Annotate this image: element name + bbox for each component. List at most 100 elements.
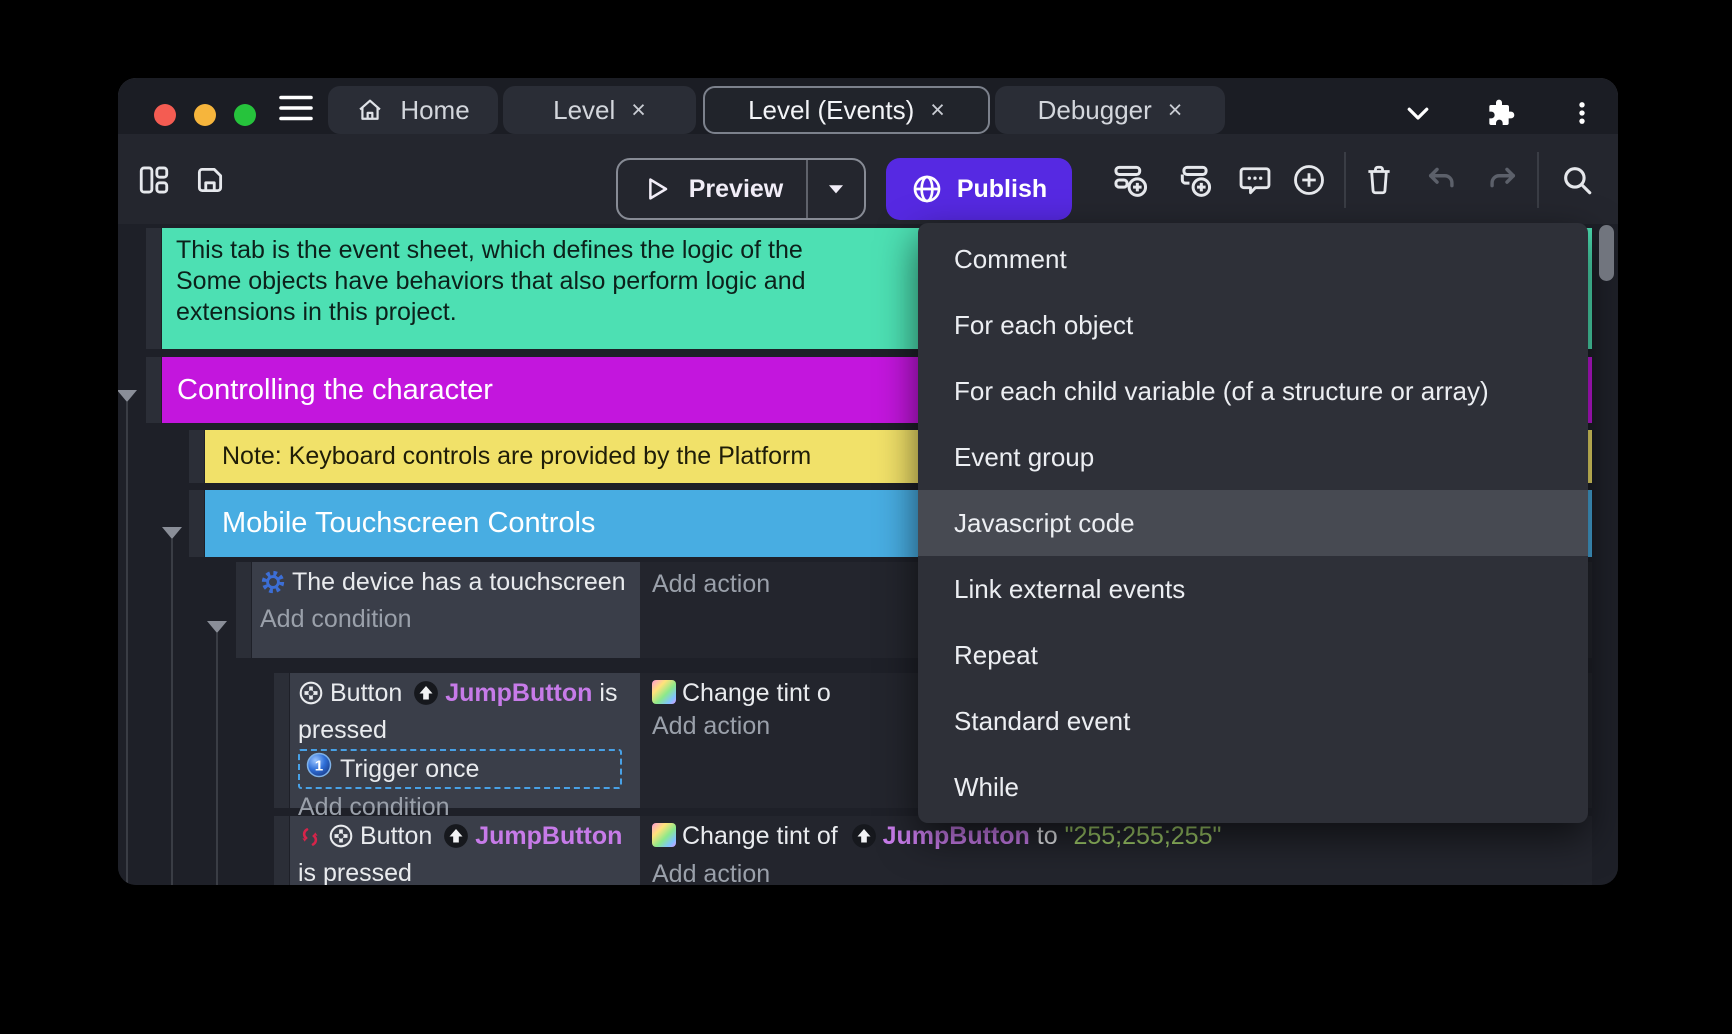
- action-cell[interactable]: Add action: [652, 568, 770, 601]
- layout-view-button[interactable]: [132, 158, 176, 202]
- menu-item-link-external-events[interactable]: Link external events: [918, 556, 1588, 622]
- publish-button-label: Publish: [957, 175, 1047, 204]
- condition-cell[interactable]: Button JumpButton is pressed: [290, 816, 640, 885]
- group-title: Mobile Touchscreen Controls: [222, 507, 595, 540]
- event-margin[interactable]: [146, 357, 161, 423]
- save-button[interactable]: [188, 158, 232, 202]
- addons-button[interactable]: [1480, 96, 1520, 130]
- gamepad-icon: [328, 823, 354, 857]
- search-icon: [1560, 163, 1594, 197]
- add-comment-button[interactable]: [1233, 158, 1277, 202]
- tab-home-label: Home: [400, 95, 469, 126]
- plus-circle-icon: [1291, 162, 1327, 198]
- add-condition-link[interactable]: Add condition: [260, 603, 632, 635]
- close-window-button[interactable]: [154, 104, 176, 126]
- kebab-menu-icon: [1568, 98, 1596, 128]
- event-margin[interactable]: [236, 562, 251, 658]
- menu-item-while[interactable]: While: [918, 754, 1588, 820]
- undo-button[interactable]: [1420, 158, 1464, 202]
- condition-suffix: is pressed: [298, 859, 412, 885]
- action-change-tint[interactable]: Change tint of JumpButton to "255;255;25…: [652, 820, 1221, 858]
- object-sprite-icon: [413, 680, 439, 714]
- minimize-window-button[interactable]: [194, 104, 216, 126]
- condition-cell[interactable]: The device has a touchscreen Add conditi…: [252, 562, 640, 658]
- toolbar: Preview Publish: [118, 134, 1618, 224]
- tab-level-close-icon[interactable]: ×: [631, 98, 646, 123]
- tint-icon: [652, 823, 676, 847]
- add-subevent-button[interactable]: [1173, 158, 1217, 202]
- tab-level-events[interactable]: Level (Events) ×: [703, 86, 990, 134]
- menu-item-for-each-child-variable[interactable]: For each child variable (of a structure …: [918, 358, 1588, 424]
- sheet-scrollbar-thumb[interactable]: [1599, 225, 1614, 281]
- tab-debugger-label: Debugger: [1038, 95, 1152, 126]
- preview-options-button[interactable]: [808, 160, 864, 218]
- search-button[interactable]: [1555, 158, 1599, 202]
- collapse-arrow-icon[interactable]: [207, 621, 227, 633]
- event-margin[interactable]: [274, 673, 289, 808]
- condition-touchscreen[interactable]: The device has a touchscreen: [260, 566, 632, 603]
- menu-item-for-each-object[interactable]: For each object: [918, 292, 1588, 358]
- maximize-window-button[interactable]: [234, 104, 256, 126]
- add-subevent-icon: [1176, 161, 1214, 199]
- object-sprite-icon: [851, 823, 877, 858]
- preview-button[interactable]: Preview: [616, 158, 866, 220]
- menu-item-standard-event[interactable]: Standard event: [918, 688, 1588, 754]
- object-sprite-icon: [443, 823, 469, 857]
- add-action-link[interactable]: Add action: [652, 710, 831, 743]
- tab-debugger-close-icon[interactable]: ×: [1168, 98, 1183, 123]
- menu-item-comment[interactable]: Comment: [918, 226, 1588, 292]
- event-margin[interactable]: [146, 228, 161, 349]
- add-event-icon: [1112, 161, 1150, 199]
- add-event-context-menu: Comment For each object For each child v…: [918, 223, 1588, 823]
- undo-icon: [1425, 163, 1459, 197]
- svg-text:1: 1: [315, 757, 323, 774]
- menu-item-event-group[interactable]: Event group: [918, 424, 1588, 490]
- tab-level-events-close-icon[interactable]: ×: [930, 98, 945, 123]
- trigger-once-label: Trigger once: [340, 753, 479, 785]
- condition-button-pressed[interactable]: Button JumpButton is pressed: [298, 677, 632, 746]
- chevron-down-icon: [1403, 98, 1433, 128]
- add-event-button[interactable]: [1109, 158, 1153, 202]
- action-cell[interactable]: Change tint o Add action: [652, 677, 831, 743]
- publish-button[interactable]: Publish: [886, 158, 1072, 220]
- add-more-button[interactable]: [1287, 158, 1331, 202]
- delete-button[interactable]: [1357, 158, 1401, 202]
- event-margin[interactable]: [189, 490, 204, 557]
- condition-trigger-once-selected[interactable]: 1 Trigger once: [298, 749, 622, 789]
- note-text: Note: Keyboard controls are provided by …: [222, 442, 811, 471]
- menu-item-javascript-code[interactable]: Javascript code: [918, 490, 1588, 556]
- save-icon: [193, 163, 227, 197]
- globe-icon: [911, 173, 943, 205]
- redo-button[interactable]: [1480, 158, 1524, 202]
- object-name: JumpButton: [475, 822, 622, 850]
- add-action-link[interactable]: Add action: [652, 568, 770, 601]
- condition-prefix: Button: [330, 679, 402, 707]
- tab-debugger[interactable]: Debugger ×: [995, 86, 1225, 134]
- tab-home[interactable]: Home: [328, 86, 498, 134]
- action-change-tint[interactable]: Change tint o: [652, 677, 831, 710]
- tree-rail: [216, 633, 218, 885]
- overflow-menu-button[interactable]: [1562, 96, 1602, 130]
- condition-button-pressed[interactable]: Button JumpButton is pressed: [298, 820, 632, 885]
- layout-icon: [137, 163, 171, 197]
- action-text: Change tint o: [682, 679, 831, 707]
- condition-label: The device has a touchscreen: [292, 568, 626, 596]
- trigger-once-icon: 1: [306, 752, 332, 786]
- tab-list-dropdown-button[interactable]: [1398, 96, 1438, 130]
- collapse-arrow-icon[interactable]: [162, 527, 182, 539]
- add-action-link[interactable]: Add action: [652, 858, 1221, 885]
- preview-button-label: Preview: [689, 175, 784, 204]
- collapse-arrow-icon[interactable]: [118, 390, 137, 402]
- menu-item-repeat[interactable]: Repeat: [918, 622, 1588, 688]
- preview-button-main[interactable]: Preview: [618, 160, 806, 218]
- event-margin[interactable]: [189, 430, 204, 483]
- event-margin[interactable]: [274, 816, 289, 885]
- redo-icon: [1485, 163, 1519, 197]
- main-menu-button[interactable]: [276, 93, 316, 123]
- object-name: JumpButton: [445, 679, 592, 707]
- tab-level[interactable]: Level ×: [503, 86, 696, 134]
- action-cell[interactable]: Change tint of JumpButton to "255;255;25…: [652, 820, 1221, 885]
- puzzle-icon: [1484, 97, 1516, 129]
- condition-cell[interactable]: Button JumpButton is pressed 1 Trigger o…: [290, 673, 640, 808]
- tab-level-label: Level: [553, 95, 615, 126]
